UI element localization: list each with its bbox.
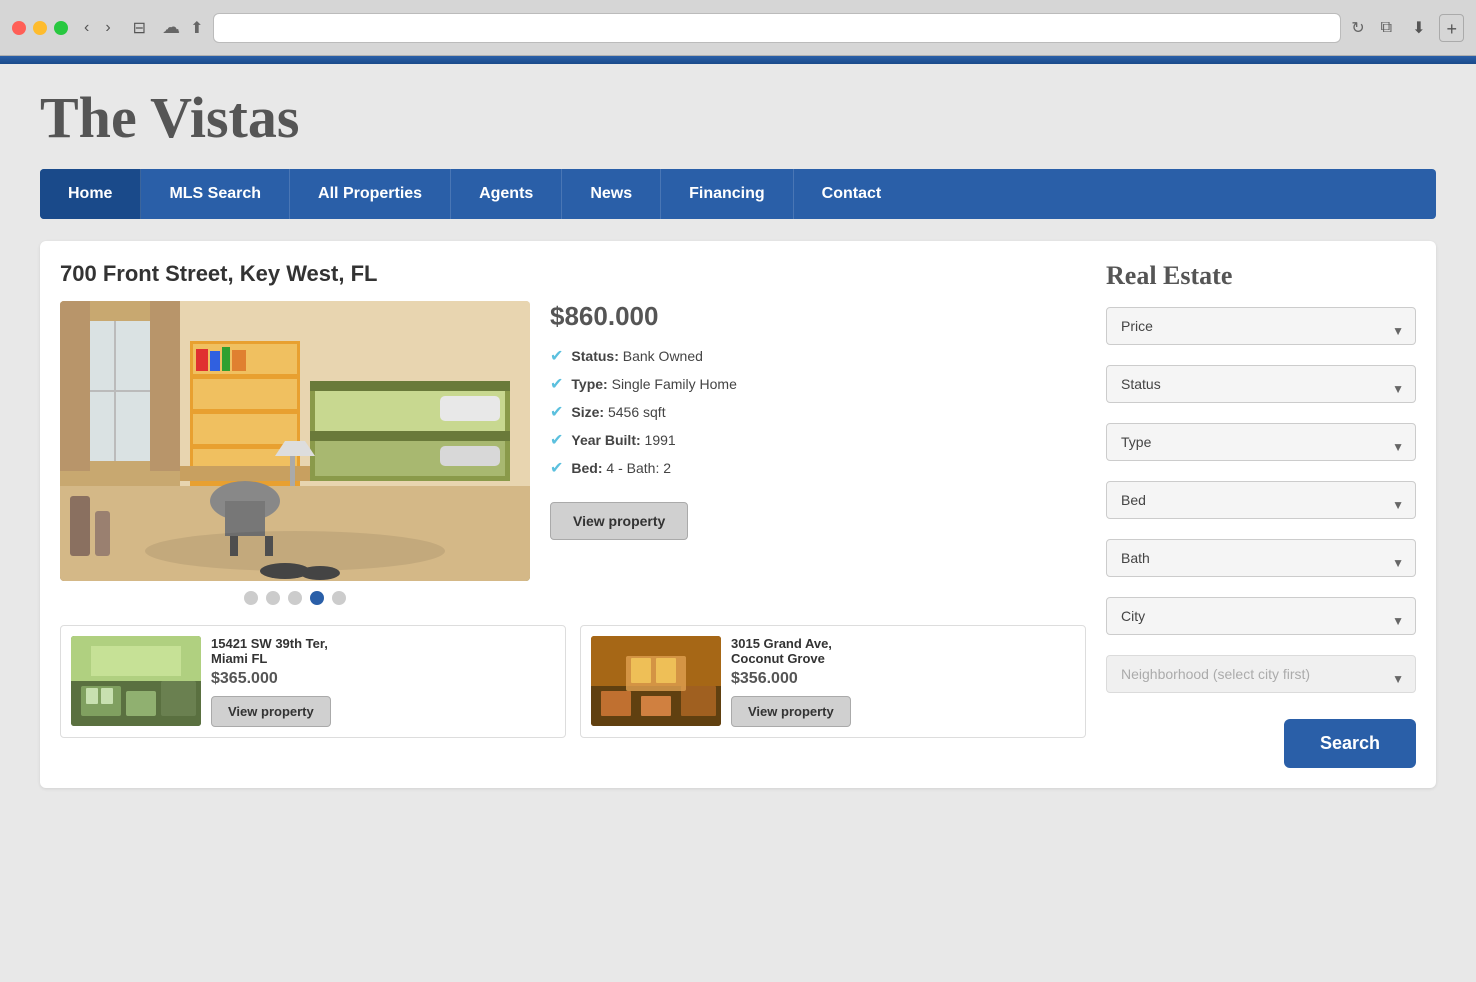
neighborhood-filter-wrapper: Neighborhood (select city first) ▼ (1106, 655, 1416, 703)
card-2-info: 3015 Grand Ave,Coconut Grove $356.000 Vi… (731, 636, 1075, 727)
city-filter[interactable]: City (1106, 597, 1416, 635)
status-value: Bank Owned (623, 348, 703, 364)
status-filter-wrapper: Status ▼ (1106, 365, 1416, 413)
nav-item-agents[interactable]: Agents (451, 169, 562, 219)
detail-size: ✔ Size: 5456 sqft (550, 402, 1086, 422)
card-1-content: 15421 SW 39th Ter,Miami FL $365.000 View… (71, 636, 555, 727)
carousel-dot-2[interactable] (266, 591, 280, 605)
card-1-info: 15421 SW 39th Ter,Miami FL $365.000 View… (211, 636, 555, 727)
detail-bed-bath: ✔ Bed: 4 - Bath: 2 (550, 458, 1086, 478)
nav-item-news[interactable]: News (562, 169, 661, 219)
browser-chrome: ‹ › ⊟ ☁ ⬆ ↻ ⧉ ⬇ + (0, 0, 1476, 56)
featured-image-container (60, 301, 530, 605)
carousel-dot-1[interactable] (244, 591, 258, 605)
detail-status: ✔ Status: Bank Owned (550, 346, 1086, 366)
property-section: 700 Front Street, Key West, FL (60, 261, 1086, 768)
check-icon-type: ✔ (550, 374, 563, 394)
nav-item-financing[interactable]: Financing (661, 169, 794, 219)
size-label: Size: (571, 404, 604, 420)
refresh-icon: ↻ (1351, 18, 1364, 38)
city-filter-wrapper: City ▼ (1106, 597, 1416, 645)
featured-address: 700 Front Street, Key West, FL (60, 261, 1086, 287)
card-2-view-button[interactable]: View property (731, 696, 851, 727)
year-label: Year Built: (571, 432, 640, 448)
sidebar: Real Estate Price ▼ Status ▼ Type ▼ (1106, 261, 1416, 768)
featured-details: $860.000 ✔ Status: Bank Owned ✔ Type: Si… (550, 301, 1086, 540)
sidebar-toggle-button[interactable]: ⊟ (127, 16, 152, 40)
check-icon-status: ✔ (550, 346, 563, 366)
price-filter[interactable]: Price (1106, 307, 1416, 345)
status-label: Status: (571, 348, 618, 364)
featured-price: $860.000 (550, 301, 1086, 332)
size-value: 5456 sqft (608, 404, 666, 420)
new-tab-button[interactable]: + (1439, 14, 1464, 42)
room-svg (60, 301, 530, 581)
bath-filter[interactable]: Bath (1106, 539, 1416, 577)
card-1-view-button[interactable]: View property (211, 696, 331, 727)
address-bar[interactable] (213, 13, 1341, 43)
check-icon-bed: ✔ (550, 458, 563, 478)
share-icon: ⬆ (190, 18, 203, 38)
maximize-button[interactable] (54, 21, 68, 35)
accent-bar (0, 56, 1476, 64)
nav-item-mls-search[interactable]: MLS Search (141, 169, 290, 219)
navigation: Home MLS Search All Properties Agents Ne… (40, 169, 1436, 219)
carousel-dot-4[interactable] (310, 591, 324, 605)
card-1-price: $365.000 (211, 670, 555, 688)
page-content: The Vistas Home MLS Search All Propertie… (0, 64, 1476, 818)
nav-item-all-properties[interactable]: All Properties (290, 169, 451, 219)
bed-bath-value: 4 - Bath: 2 (606, 460, 671, 476)
property-cards: 15421 SW 39th Ter,Miami FL $365.000 View… (60, 625, 1086, 738)
card-2-image (591, 636, 721, 726)
year-value: 1991 (645, 432, 676, 448)
cloud-icon: ☁ (162, 17, 180, 38)
detail-type: ✔ Type: Single Family Home (550, 374, 1086, 394)
download-button[interactable]: ⬇ (1406, 16, 1431, 40)
bed-filter-wrapper: Bed ▼ (1106, 481, 1416, 529)
check-icon-year: ✔ (550, 430, 563, 450)
featured-image (60, 301, 530, 581)
bath-filter-wrapper: Bath ▼ (1106, 539, 1416, 587)
forward-button[interactable]: › (99, 17, 116, 39)
price-filter-wrapper: Price ▼ (1106, 307, 1416, 355)
featured-content: $860.000 ✔ Status: Bank Owned ✔ Type: Si… (60, 301, 1086, 605)
detail-year: ✔ Year Built: 1991 (550, 430, 1086, 450)
main-layout: 700 Front Street, Key West, FL (40, 241, 1436, 788)
type-filter-wrapper: Type ▼ (1106, 423, 1416, 471)
back-button[interactable]: ‹ (78, 17, 95, 39)
carousel-dot-3[interactable] (288, 591, 302, 605)
nav-item-contact[interactable]: Contact (794, 169, 910, 219)
minimize-button[interactable] (33, 21, 47, 35)
close-button[interactable] (12, 21, 26, 35)
traffic-lights (12, 21, 68, 35)
type-label: Type: (571, 376, 607, 392)
card-2-address: 3015 Grand Ave,Coconut Grove (731, 636, 1075, 666)
card-2-price: $356.000 (731, 670, 1075, 688)
type-value: Single Family Home (612, 376, 737, 392)
bed-label: Bed: (571, 460, 602, 476)
card-1-image (71, 636, 201, 726)
featured-view-button[interactable]: View property (550, 502, 688, 540)
nav-buttons: ‹ › (78, 17, 117, 39)
duplicate-button[interactable]: ⧉ (1375, 17, 1398, 39)
property-card-2: 3015 Grand Ave,Coconut Grove $356.000 Vi… (580, 625, 1086, 738)
carousel-dots (60, 591, 530, 605)
sidebar-title: Real Estate (1106, 261, 1416, 291)
nav-item-home[interactable]: Home (40, 169, 141, 219)
carousel-dot-5[interactable] (332, 591, 346, 605)
site-title: The Vistas (40, 84, 1436, 151)
right-actions: ⧉ ⬇ + (1375, 14, 1464, 42)
property-card-1: 15421 SW 39th Ter,Miami FL $365.000 View… (60, 625, 566, 738)
type-filter[interactable]: Type (1106, 423, 1416, 461)
neighborhood-filter[interactable]: Neighborhood (select city first) (1106, 655, 1416, 693)
status-filter[interactable]: Status (1106, 365, 1416, 403)
card-2-content: 3015 Grand Ave,Coconut Grove $356.000 Vi… (591, 636, 1075, 727)
bed-filter[interactable]: Bed (1106, 481, 1416, 519)
search-button[interactable]: Search (1284, 719, 1416, 768)
featured-property: 700 Front Street, Key West, FL (60, 261, 1086, 605)
search-button-container: Search (1106, 713, 1416, 768)
card-1-address: 15421 SW 39th Ter,Miami FL (211, 636, 555, 666)
check-icon-size: ✔ (550, 402, 563, 422)
